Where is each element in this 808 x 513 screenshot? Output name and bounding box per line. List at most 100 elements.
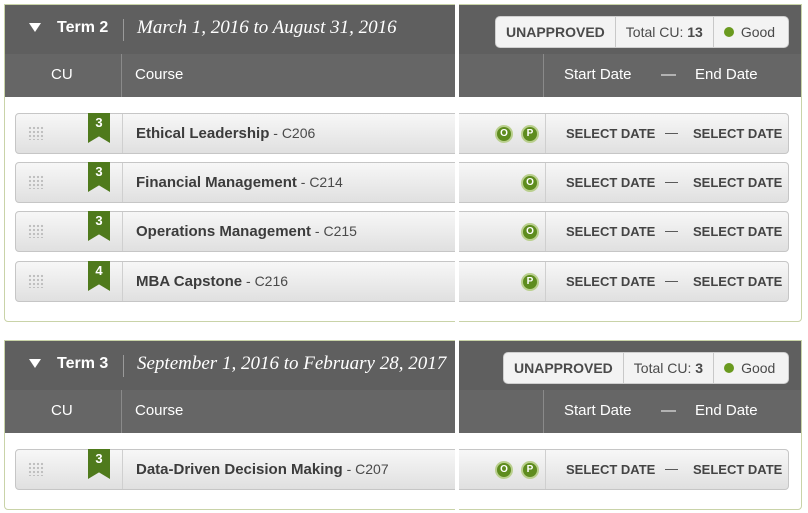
term-dates: September 1, 2016 to February 28, 2017 <box>137 353 447 374</box>
status-dot-icon <box>724 363 735 373</box>
col-start-date: Start Date <box>564 66 632 83</box>
course-name[interactable]: MBA Capstone - C216 <box>136 273 288 290</box>
cu-ribbon-icon: 3 <box>88 449 110 479</box>
col-end-date: End Date <box>695 66 758 83</box>
approval-status: UNAPPROVED <box>514 360 613 376</box>
end-date-select[interactable]: SELECT DATE <box>693 274 782 289</box>
course-title: Operations Management <box>136 223 312 240</box>
drag-handle-icon[interactable] <box>28 224 44 238</box>
course-code: - C215 <box>311 223 357 239</box>
drag-handle-icon[interactable] <box>28 274 44 288</box>
status-dot-icon <box>723 27 734 37</box>
header-divider <box>123 19 124 41</box>
end-date-select[interactable]: SELECT DATE <box>693 126 782 141</box>
cu-ribbon-icon: 3 <box>88 113 110 143</box>
course-flags: P <box>461 262 545 301</box>
course-row[interactable]: 3 Data-Driven Decision Making - C207 O P… <box>15 449 789 490</box>
date-range: SELECT DATE — SELECT DATE <box>545 450 789 489</box>
term-name: Term 2 <box>57 19 109 36</box>
course-row[interactable]: 3 Financial Management - C214 O SELECT D… <box>15 162 789 203</box>
col-divider <box>121 390 122 433</box>
o-badge-icon: O <box>495 124 513 143</box>
end-date-select[interactable]: SELECT DATE <box>693 462 782 477</box>
course-row[interactable]: 4 MBA Capstone - C216 P SELECT DATE — SE… <box>15 261 789 302</box>
col-end-date: End Date <box>695 402 758 419</box>
end-date-select[interactable]: SELECT DATE <box>693 175 782 190</box>
course-name[interactable]: Data-Driven Decision Making - C207 <box>136 461 389 478</box>
term-header[interactable]: Term 3 September 1, 2016 to February 28,… <box>5 341 801 390</box>
col-cu: CU <box>51 66 73 83</box>
health-label: Good <box>740 24 776 40</box>
course-name[interactable]: Financial Management - C214 <box>136 174 343 191</box>
total-cu-value: 3 <box>695 360 704 376</box>
cu-ribbon-icon: 3 <box>88 162 110 192</box>
term-header[interactable]: Term 2 March 1, 2016 to August 31, 2016 … <box>5 5 801 54</box>
total-cu-label: Total CU: <box>633 360 692 376</box>
term-status-box: UNAPPROVED Total CU: 3 Good <box>503 352 789 384</box>
health-label: Good <box>741 360 776 376</box>
col-cu: CU <box>51 402 73 419</box>
col-course: Course <box>135 66 184 83</box>
health-status: Good <box>712 17 785 47</box>
col-divider <box>543 54 544 97</box>
collapse-triangle-icon[interactable] <box>29 23 41 32</box>
column-header: CU Course Start Date — End Date <box>5 54 801 97</box>
o-badge-icon: O <box>495 460 513 479</box>
start-date-select[interactable]: SELECT DATE <box>566 175 655 190</box>
p-badge-icon: P <box>521 272 539 291</box>
course-title: MBA Capstone <box>136 273 243 290</box>
cu-cell: 3 <box>16 449 123 489</box>
p-badge-icon: P <box>521 124 539 143</box>
course-flags: O P <box>461 450 545 489</box>
course-row[interactable]: 3 Ethical Leadership - C206 O P SELECT D… <box>15 113 789 154</box>
drag-handle-icon[interactable] <box>28 175 44 189</box>
cu-cell: 4 <box>16 261 123 301</box>
course-code: - C206 <box>269 125 316 141</box>
o-badge-icon: O <box>521 173 539 192</box>
drag-handle-icon[interactable] <box>28 462 44 476</box>
cu-ribbon-icon: 3 <box>88 211 110 241</box>
drag-handle-icon[interactable] <box>28 126 44 140</box>
date-range: SELECT DATE — SELECT DATE <box>545 212 789 251</box>
cu-cell: 3 <box>16 211 123 251</box>
header-divider <box>123 355 124 377</box>
date-dash: — <box>665 125 678 140</box>
term-status-box: UNAPPROVED Total CU: 13 Good <box>495 16 789 48</box>
course-name[interactable]: Ethical Leadership - C206 <box>136 125 315 142</box>
term-2-panel: Term 2 March 1, 2016 to August 31, 2016 … <box>4 4 802 322</box>
course-title: Financial Management <box>136 174 297 191</box>
total-cu-label: Total CU: <box>625 24 684 40</box>
health-status: Good <box>713 353 785 383</box>
start-date-select[interactable]: SELECT DATE <box>566 462 655 477</box>
term-name: Term 3 <box>57 355 109 372</box>
p-badge-icon: P <box>521 460 539 479</box>
column-header: CU Course Start Date — End Date <box>5 390 801 433</box>
col-dash: — <box>661 402 676 419</box>
start-date-select[interactable]: SELECT DATE <box>566 126 655 141</box>
end-date-select[interactable]: SELECT DATE <box>693 224 782 239</box>
collapse-triangle-icon[interactable] <box>29 359 41 368</box>
date-range: SELECT DATE — SELECT DATE <box>545 163 789 202</box>
cu-cell: 3 <box>16 162 123 202</box>
cu-ribbon-icon: 4 <box>88 261 110 291</box>
cu-cell: 3 <box>16 113 123 153</box>
start-date-select[interactable]: SELECT DATE <box>566 274 655 289</box>
col-divider <box>121 54 122 97</box>
date-dash: — <box>665 223 678 238</box>
term-3-panel: Term 3 September 1, 2016 to February 28,… <box>4 340 802 510</box>
date-dash: — <box>665 174 678 189</box>
course-flags: O <box>461 212 545 251</box>
course-flags: O P <box>461 114 545 153</box>
course-row[interactable]: 3 Operations Management - C215 O SELECT … <box>15 211 789 252</box>
course-name[interactable]: Operations Management - C215 <box>136 223 357 240</box>
col-start-date: Start Date <box>564 402 632 419</box>
date-range: SELECT DATE — SELECT DATE <box>545 114 789 153</box>
col-divider <box>543 390 544 433</box>
total-cu: Total CU: 13 <box>614 17 713 47</box>
o-badge-icon: O <box>521 222 539 241</box>
term-dates: March 1, 2016 to August 31, 2016 <box>137 17 397 38</box>
course-code: - C216 <box>242 273 289 289</box>
total-cu-value: 13 <box>687 24 703 40</box>
course-flags: O <box>461 163 545 202</box>
start-date-select[interactable]: SELECT DATE <box>566 224 655 239</box>
